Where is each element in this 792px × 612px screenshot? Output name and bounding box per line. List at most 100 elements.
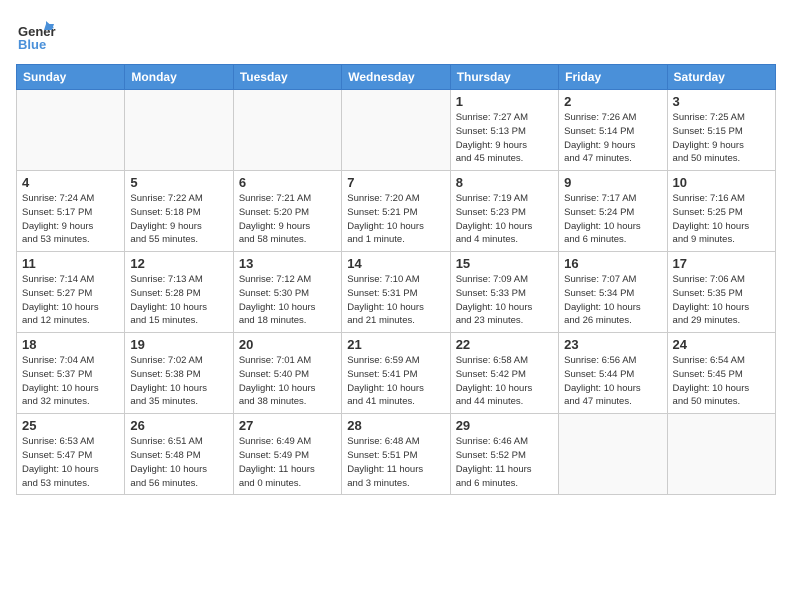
calendar-cell: 7 Sunrise: 7:20 AMSunset: 5:21 PMDaylight… [342,171,450,252]
day-number: 29 [456,418,553,433]
day-number: 11 [22,256,119,271]
calendar-week-row: 4 Sunrise: 7:24 AMSunset: 5:17 PMDaylight… [17,171,776,252]
calendar-cell: 13 Sunrise: 7:12 AMSunset: 5:30 PMDayligh… [233,252,341,333]
day-info: Sunrise: 7:02 AMSunset: 5:38 PMDaylight:… [130,354,227,409]
day-number: 9 [564,175,661,190]
day-info: Sunrise: 6:49 AMSunset: 5:49 PMDaylight:… [239,435,336,490]
calendar-header-sunday: Sunday [17,65,125,90]
calendar-header-friday: Friday [559,65,667,90]
day-info: Sunrise: 7:22 AMSunset: 5:18 PMDaylight:… [130,192,227,247]
calendar-header-saturday: Saturday [667,65,775,90]
calendar-cell: 16 Sunrise: 7:07 AMSunset: 5:34 PMDayligh… [559,252,667,333]
day-info: Sunrise: 7:20 AMSunset: 5:21 PMDaylight:… [347,192,444,247]
day-number: 12 [130,256,227,271]
day-number: 23 [564,337,661,352]
day-info: Sunrise: 7:13 AMSunset: 5:28 PMDaylight:… [130,273,227,328]
calendar-cell: 17 Sunrise: 7:06 AMSunset: 5:35 PMDayligh… [667,252,775,333]
day-info: Sunrise: 7:07 AMSunset: 5:34 PMDaylight:… [564,273,661,328]
day-info: Sunrise: 7:27 AMSunset: 5:13 PMDaylight:… [456,111,553,166]
day-number: 19 [130,337,227,352]
day-number: 6 [239,175,336,190]
day-info: Sunrise: 6:51 AMSunset: 5:48 PMDaylight:… [130,435,227,490]
day-number: 3 [673,94,770,109]
calendar-cell: 2 Sunrise: 7:26 AMSunset: 5:14 PMDaylight… [559,90,667,171]
day-number: 7 [347,175,444,190]
calendar-cell: 25 Sunrise: 6:53 AMSunset: 5:47 PMDayligh… [17,414,125,495]
calendar-cell [559,414,667,495]
calendar-cell: 10Sunrise: 7:16 AMSunset: 5:25 PMDayligh… [667,171,775,252]
day-info: Sunrise: 7:19 AMSunset: 5:23 PMDaylight:… [456,192,553,247]
day-number: 2 [564,94,661,109]
calendar-cell: 29 Sunrise: 6:46 AMSunset: 5:52 PMDayligh… [450,414,558,495]
calendar-header-thursday: Thursday [450,65,558,90]
day-number: 8 [456,175,553,190]
day-info: Sunrise: 6:46 AMSunset: 5:52 PMDaylight:… [456,435,553,490]
day-number: 28 [347,418,444,433]
day-info: Sunrise: 7:12 AMSunset: 5:30 PMDaylight:… [239,273,336,328]
calendar-cell: 9 Sunrise: 7:17 AMSunset: 5:24 PMDaylight… [559,171,667,252]
day-info: Sunrise: 7:16 AMSunset: 5:25 PMDaylight:… [673,192,770,247]
day-number: 13 [239,256,336,271]
calendar-cell [667,414,775,495]
calendar-cell: 22 Sunrise: 6:58 AMSunset: 5:42 PMDayligh… [450,333,558,414]
day-number: 5 [130,175,227,190]
day-info: Sunrise: 7:10 AMSunset: 5:31 PMDaylight:… [347,273,444,328]
day-info: Sunrise: 7:01 AMSunset: 5:40 PMDaylight:… [239,354,336,409]
day-info: Sunrise: 6:48 AMSunset: 5:51 PMDaylight:… [347,435,444,490]
day-info: Sunrise: 7:17 AMSunset: 5:24 PMDaylight:… [564,192,661,247]
day-number: 20 [239,337,336,352]
calendar-header-row: SundayMondayTuesdayWednesdayThursdayFrid… [17,65,776,90]
calendar-cell: 27 Sunrise: 6:49 AMSunset: 5:49 PMDayligh… [233,414,341,495]
day-info: Sunrise: 7:26 AMSunset: 5:14 PMDaylight:… [564,111,661,166]
calendar-cell: 19 Sunrise: 7:02 AMSunset: 5:38 PMDayligh… [125,333,233,414]
calendar-cell: 6 Sunrise: 7:21 AMSunset: 5:20 PMDaylight… [233,171,341,252]
calendar-cell: 20 Sunrise: 7:01 AMSunset: 5:40 PMDayligh… [233,333,341,414]
logo-icon: General Blue [16,16,56,56]
calendar-week-row: 1 Sunrise: 7:27 AMSunset: 5:13 PMDaylight… [17,90,776,171]
day-number: 18 [22,337,119,352]
logo: General Blue [16,16,56,56]
day-info: Sunrise: 7:25 AMSunset: 5:15 PMDaylight:… [673,111,770,166]
calendar-cell: 23Sunrise: 6:56 AMSunset: 5:44 PMDayligh… [559,333,667,414]
day-info: Sunrise: 7:24 AMSunset: 5:17 PMDaylight:… [22,192,119,247]
calendar-week-row: 11 Sunrise: 7:14 AMSunset: 5:27 PMDayligh… [17,252,776,333]
day-number: 26 [130,418,227,433]
calendar-cell: 28 Sunrise: 6:48 AMSunset: 5:51 PMDayligh… [342,414,450,495]
day-number: 27 [239,418,336,433]
day-info: Sunrise: 7:04 AMSunset: 5:37 PMDaylight:… [22,354,119,409]
day-number: 21 [347,337,444,352]
day-info: Sunrise: 7:14 AMSunset: 5:27 PMDaylight:… [22,273,119,328]
day-info: Sunrise: 6:59 AMSunset: 5:41 PMDaylight:… [347,354,444,409]
day-number: 4 [22,175,119,190]
day-number: 25 [22,418,119,433]
day-number: 14 [347,256,444,271]
header: General Blue [16,16,776,56]
day-number: 17 [673,256,770,271]
day-info: Sunrise: 7:09 AMSunset: 5:33 PMDaylight:… [456,273,553,328]
day-number: 15 [456,256,553,271]
calendar-cell: 3 Sunrise: 7:25 AMSunset: 5:15 PMDaylight… [667,90,775,171]
day-number: 1 [456,94,553,109]
calendar-cell: 24Sunrise: 6:54 AMSunset: 5:45 PMDayligh… [667,333,775,414]
calendar-header-wednesday: Wednesday [342,65,450,90]
calendar-cell: 5 Sunrise: 7:22 AMSunset: 5:18 PMDaylight… [125,171,233,252]
day-info: Sunrise: 6:58 AMSunset: 5:42 PMDaylight:… [456,354,553,409]
calendar-cell [125,90,233,171]
day-info: Sunrise: 6:54 AMSunset: 5:45 PMDaylight:… [673,354,770,409]
day-info: Sunrise: 6:53 AMSunset: 5:47 PMDaylight:… [22,435,119,490]
calendar-cell [233,90,341,171]
calendar-cell: 12 Sunrise: 7:13 AMSunset: 5:28 PMDayligh… [125,252,233,333]
calendar-table: SundayMondayTuesdayWednesdayThursdayFrid… [16,64,776,495]
day-info: Sunrise: 7:21 AMSunset: 5:20 PMDaylight:… [239,192,336,247]
calendar-cell: 8 Sunrise: 7:19 AMSunset: 5:23 PMDaylight… [450,171,558,252]
calendar-cell: 11 Sunrise: 7:14 AMSunset: 5:27 PMDayligh… [17,252,125,333]
calendar-cell: 18 Sunrise: 7:04 AMSunset: 5:37 PMDayligh… [17,333,125,414]
calendar-header-tuesday: Tuesday [233,65,341,90]
day-info: Sunrise: 7:06 AMSunset: 5:35 PMDaylight:… [673,273,770,328]
day-number: 22 [456,337,553,352]
calendar-week-row: 18 Sunrise: 7:04 AMSunset: 5:37 PMDayligh… [17,333,776,414]
calendar-cell: 21 Sunrise: 6:59 AMSunset: 5:41 PMDayligh… [342,333,450,414]
calendar-cell [342,90,450,171]
svg-text:Blue: Blue [18,37,46,52]
day-number: 16 [564,256,661,271]
